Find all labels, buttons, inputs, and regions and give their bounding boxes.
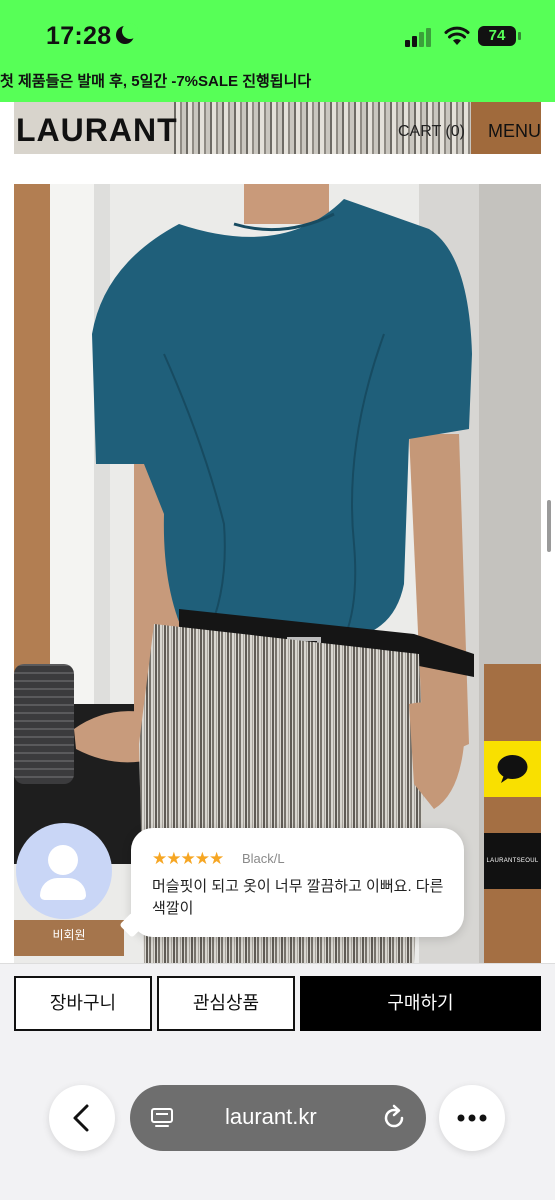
person-icon-body	[40, 878, 86, 900]
buy-now-button[interactable]: 구매하기	[300, 976, 541, 1031]
back-button[interactable]	[49, 1085, 115, 1151]
scrollbar[interactable]	[547, 500, 551, 552]
back-chevron-icon	[73, 1104, 89, 1132]
status-bar: 17:28 74 첫 제품들은 발매 후, 5일간 -7%SALE 진행됩니다	[0, 0, 555, 102]
review-option: Black/L	[242, 851, 285, 866]
battery-icon: 74	[478, 26, 516, 46]
tabs-icon	[151, 1108, 173, 1127]
reviewer-name: 비회원	[14, 920, 124, 956]
announcement-marquee: 첫 제품들은 발매 후, 5일간 -7%SALE 진행됩니다	[0, 73, 312, 90]
url-text[interactable]: laurant.kr	[225, 1104, 317, 1130]
screen: 17:28 74 첫 제품들은 발매 후, 5일간 -7%SALE 진행됩니다 …	[0, 0, 555, 1200]
brand-badge-button[interactable]: LAURANTSEOUL	[484, 833, 541, 889]
more-icon	[457, 1114, 487, 1122]
wifi-icon	[444, 26, 470, 45]
kakao-chat-button[interactable]	[484, 741, 541, 797]
signal-icon	[405, 27, 435, 47]
cart-link[interactable]: CART (0)	[398, 123, 465, 141]
more-button[interactable]	[439, 1085, 505, 1151]
battery-tip	[518, 32, 521, 40]
wishlist-button[interactable]: 관심상품	[157, 976, 295, 1031]
person-icon	[48, 845, 78, 875]
site-logo[interactable]: LAURANT	[16, 112, 178, 149]
reload-icon[interactable]	[380, 1104, 408, 1132]
moon-icon	[116, 23, 138, 44]
chat-bubble-icon	[497, 755, 528, 783]
add-to-cart-button[interactable]: 장바구니	[14, 976, 152, 1031]
menu-link[interactable]: MENU	[488, 121, 541, 142]
rating-stars: ★★★★★	[152, 849, 224, 868]
status-time: 17:28	[46, 22, 112, 50]
review-popup[interactable]: ★★★★★ Black/L 머슬핏이 되고 옷이 너무 깔끔하고 이뻐요. 다른…	[131, 828, 464, 937]
review-text: 머슬핏이 되고 옷이 너무 깔끔하고 이뻐요. 다른 색깔이	[152, 878, 444, 917]
